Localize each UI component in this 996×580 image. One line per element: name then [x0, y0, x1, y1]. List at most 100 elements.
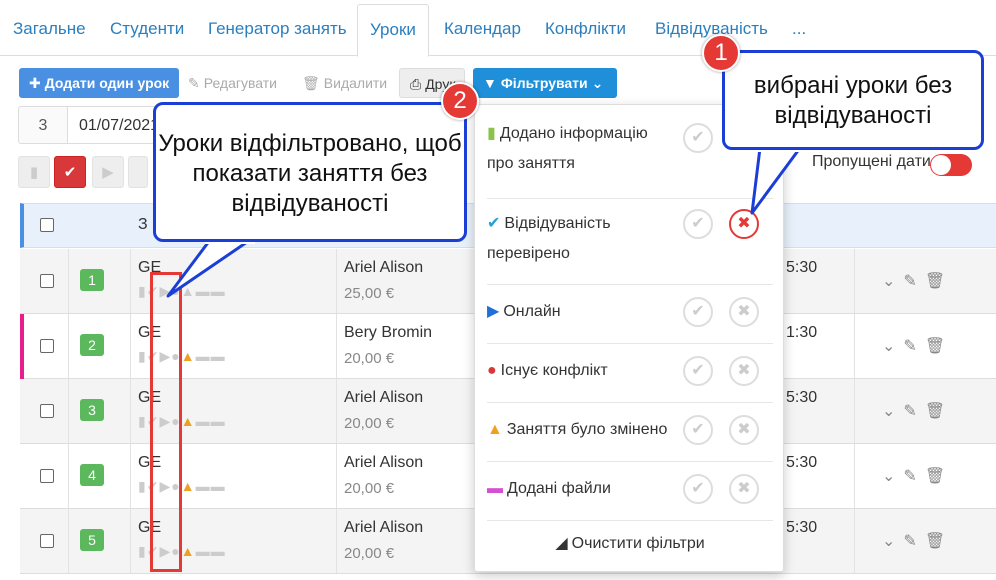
teacher-name: Ariel Alison: [344, 519, 424, 536]
briefcase-icon: ▬: [210, 283, 226, 299]
eraser-icon: ◢: [555, 535, 568, 552]
attendance-column-highlight: [150, 272, 182, 572]
trash-icon[interactable]: 🗑: [925, 273, 945, 290]
row-marker: [20, 444, 24, 509]
callout-two: Уроки відфільтровано, щоб показати занят…: [153, 102, 467, 242]
delete-button[interactable]: 🗑 Видалити: [292, 68, 397, 98]
edit-button[interactable]: ✎ Редагувати: [178, 68, 287, 98]
chevron-down-icon[interactable]: ⌄: [882, 533, 895, 550]
video-icon: ▶: [102, 164, 114, 181]
lesson-price: 20,00 €: [344, 415, 395, 432]
tab-conflicts[interactable]: Конфлікти: [545, 12, 626, 46]
row-checkbox[interactable]: [40, 339, 54, 353]
header-column: З: [138, 216, 148, 233]
filter-include-button[interactable]: ✔: [683, 356, 713, 386]
row-checkbox[interactable]: [40, 404, 54, 418]
row-checkbox[interactable]: [40, 274, 54, 288]
warning-icon: ▲: [180, 413, 196, 429]
check-icon: ✔: [487, 215, 501, 232]
pencil-icon[interactable]: ✎: [903, 403, 916, 420]
filter-include-button[interactable]: ✔: [683, 415, 713, 445]
chevron-down-icon[interactable]: ⌄: [882, 403, 895, 420]
lesson-time: 5:30: [786, 389, 818, 406]
view-online-button[interactable]: ▶: [92, 156, 124, 188]
view-attendance-button[interactable]: ✔: [54, 156, 86, 188]
trash-icon[interactable]: 🗑: [925, 468, 945, 485]
row-actions: ⌄ ✎ 🗑: [882, 466, 953, 486]
briefcase-icon: ▬: [210, 413, 226, 429]
select-all-checkbox[interactable]: [40, 218, 54, 232]
row-marker: [20, 379, 24, 444]
tab-lessons[interactable]: Уроки: [357, 4, 429, 57]
printer-icon: ⎙: [410, 76, 422, 92]
pencil-icon[interactable]: ✎: [903, 338, 916, 355]
row-number-badge: 4: [80, 464, 104, 486]
tab-general[interactable]: Загальне: [13, 12, 86, 46]
pencil-icon[interactable]: ✎: [903, 273, 916, 290]
filter-exclude-button-selected[interactable]: ✖: [729, 209, 759, 239]
date-field[interactable]: 01/07/2021: [67, 106, 157, 144]
add-lesson-button[interactable]: ✚ Додати один урок: [19, 68, 180, 98]
folder-icon: ▬: [195, 478, 211, 494]
folder-icon: ▬: [195, 348, 211, 364]
chevron-down-icon: ⌄: [591, 75, 604, 91]
row-number-badge: 3: [80, 399, 104, 421]
lesson-time: 5:30: [786, 454, 818, 471]
view-document-button[interactable]: ▮: [18, 156, 50, 188]
tab-calendar[interactable]: Календар: [444, 12, 521, 46]
lesson-time: 5:30: [786, 259, 818, 276]
warning-icon: ▲: [180, 283, 196, 299]
warning-icon: ▲: [180, 348, 196, 364]
row-number-badge: 5: [80, 529, 104, 551]
chevron-down-icon[interactable]: ⌄: [882, 468, 895, 485]
chevron-down-icon[interactable]: ⌄: [882, 338, 895, 355]
lesson-price: 20,00 €: [344, 350, 395, 367]
filter-exclude-button[interactable]: ✖: [729, 415, 759, 445]
clear-filters-button[interactable]: ◢ Очистити фільтри: [475, 533, 785, 553]
pencil-icon[interactable]: ✎: [903, 533, 916, 550]
trash-icon: 🗑: [302, 75, 320, 91]
tab-more[interactable]: ...: [792, 12, 806, 46]
filter-button[interactable]: ▼ Фільтрувати ⌄: [473, 68, 618, 98]
tab-students[interactable]: Студенти: [110, 12, 184, 46]
filter-exclude-button[interactable]: ✖: [729, 474, 759, 504]
teacher-name: Ariel Alison: [344, 389, 424, 406]
warning-icon: ▲: [180, 478, 196, 494]
filter-include-button[interactable]: ✔: [683, 297, 713, 327]
exclamation-icon: ●: [487, 362, 497, 379]
folder-icon: ▬: [195, 413, 211, 429]
document-icon: ▮: [29, 164, 39, 181]
folder-icon: ▬: [487, 480, 503, 497]
filter-include-button[interactable]: ✔: [683, 123, 713, 153]
warning-icon: ▲: [180, 543, 196, 559]
lesson-time: 1:30: [786, 324, 818, 341]
count-field[interactable]: 3: [18, 106, 68, 144]
pencil-icon[interactable]: ✎: [903, 468, 916, 485]
plus-icon: ✚: [29, 75, 41, 91]
callout-two-number: 2: [441, 82, 479, 120]
check-icon: ✔: [63, 164, 77, 181]
row-checkbox[interactable]: [40, 469, 54, 483]
chevron-down-icon[interactable]: ⌄: [882, 273, 895, 290]
row-marker: [20, 314, 24, 379]
filter-exclude-button[interactable]: ✖: [729, 297, 759, 327]
row-checkbox[interactable]: [40, 534, 54, 548]
filter-item-online: ▶ Онлайн ✔ ✖: [487, 285, 773, 344]
filter-include-button[interactable]: ✔: [683, 474, 713, 504]
lesson-time: 5:30: [786, 519, 818, 536]
briefcase-icon: ▬: [210, 348, 226, 364]
missed-dates-toggle[interactable]: [930, 154, 972, 176]
view-extra-button[interactable]: [128, 156, 148, 188]
filter-exclude-button[interactable]: ✖: [729, 356, 759, 386]
row-actions: ⌄ ✎ 🗑: [882, 271, 953, 291]
trash-icon[interactable]: 🗑: [925, 533, 945, 550]
trash-icon[interactable]: 🗑: [925, 403, 945, 420]
row-actions: ⌄ ✎ 🗑: [882, 336, 953, 356]
teacher-name: Ariel Alison: [344, 259, 424, 276]
filter-item-changed: ▲ Заняття було змінено ✔ ✖: [487, 403, 773, 462]
trash-icon[interactable]: 🗑: [925, 338, 945, 355]
tab-lesson-generator[interactable]: Генератор занять: [208, 12, 347, 46]
filter-include-button[interactable]: ✔: [683, 209, 713, 239]
video-icon: ▶: [487, 303, 500, 320]
briefcase-icon: ▬: [210, 478, 226, 494]
